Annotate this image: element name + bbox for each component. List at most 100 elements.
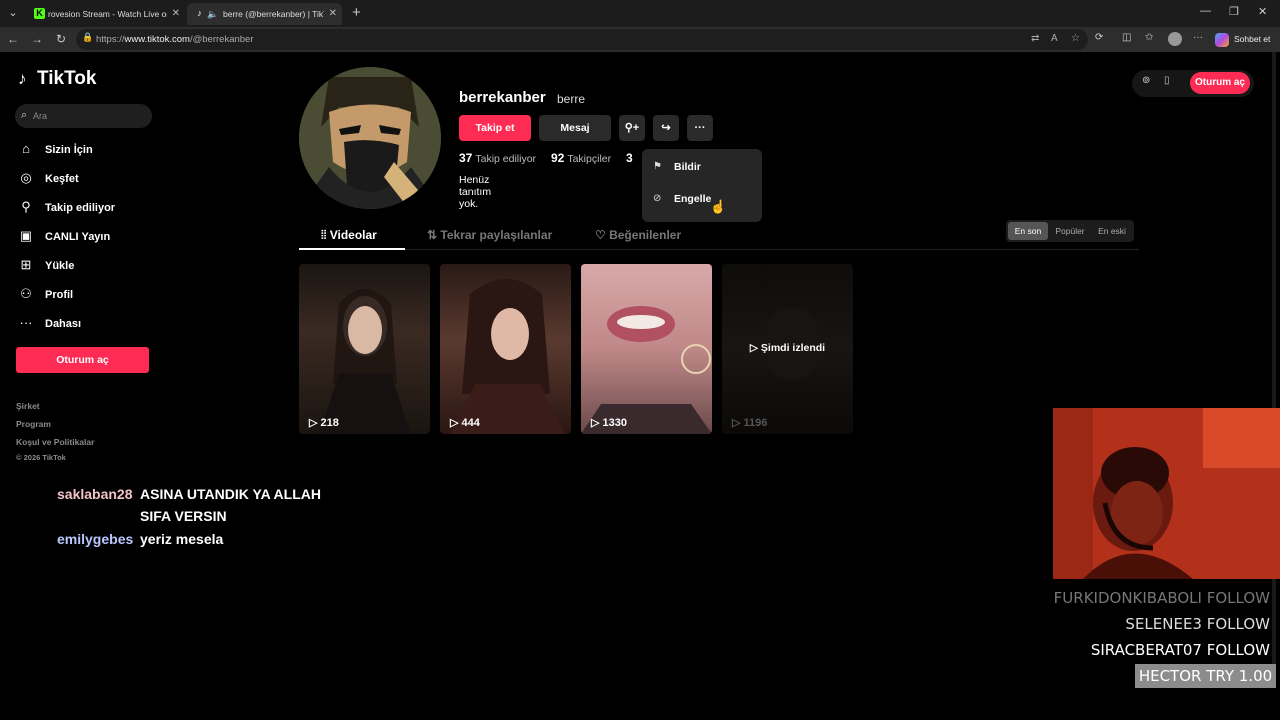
tab-liked[interactable]: ♡ Beğenilenler [595,228,681,242]
more-options-button[interactable]: ··· [687,115,713,141]
sidebar-item-label: Yükle [45,260,75,272]
speaker-icon[interactable]: 🔈 [207,3,218,25]
favorite-star-icon[interactable]: ☆ [1071,33,1080,44]
sidebar-item-more[interactable]: ··· Dahası [18,314,158,334]
repost-icon: ⇅ [427,228,441,242]
sidebar-item-explore[interactable]: ◎ Keşfet [18,169,158,189]
view-count: ▷ 444 [450,417,480,429]
browser-tab-tiktok[interactable]: ♪ 🔈 berre (@berrekanber) | TikTok ✕ [187,3,342,25]
sidebar-item-label: Dahası [45,318,82,330]
footer-link-company[interactable]: Şirket [16,401,40,411]
report-label: Bildir [674,161,701,173]
tiktok-logo[interactable]: ♪ TikTok [18,68,96,90]
chat-text: SIFA VERSIN [140,508,227,524]
profile-username: berrekanber [459,89,546,106]
tab-videos[interactable]: ⦙⦙ Videolar [321,228,377,243]
tab-title: berre (@berrekanber) | TikTok [223,9,324,19]
suggested-accounts-button[interactable]: ⚲+ [619,115,645,141]
copilot-button[interactable]: Sohbet et [1215,31,1270,48]
chat-username: emilygebes [57,531,134,547]
settings-more-icon[interactable]: ··· [1193,32,1203,43]
ellipsis-icon: ··· [694,122,706,134]
block-label: Engelle [674,193,712,205]
follow-button[interactable]: Takip et [459,115,531,141]
coin-icon[interactable]: ⊚ [1142,75,1150,86]
tip-alert: HECTOR TRY 1.00 [1135,664,1276,688]
sidebar-item-label: Takip ediliyor [45,202,116,214]
more-icon: ··· [19,315,33,330]
watched-label: ▷ Şimdi izlendi [749,342,826,354]
sort-latest[interactable]: En son [1008,222,1048,240]
block-menu-item[interactable]: ⊘ Engelle [642,185,762,213]
browser-tab-kick[interactable]: K rovesion Stream - Watch Live on K ✕ [27,3,185,25]
follow-alert: SELENEE3 FOLLOW [1125,615,1270,633]
mobile-icon[interactable]: ▯ [1164,75,1170,86]
profile-nickname: berre [557,92,586,106]
sidebar-item-label: Sizin İçin [45,144,93,156]
sidebar-item-label: Keşfet [45,173,79,185]
tab-title: rovesion Stream - Watch Live on K [48,9,167,19]
footer-link-terms[interactable]: Koşul ve Politikalar [16,437,94,447]
close-tab-icon[interactable]: ✕ [172,3,180,25]
followers-stat[interactable]: 92 Takipçiler [551,151,611,165]
webcam-overlay [1053,408,1280,579]
browser-profile-avatar[interactable] [1168,32,1182,46]
back-icon[interactable]: ← [5,31,21,47]
profile-icon: ⚇ [20,286,32,301]
video-thumbnail[interactable]: ▷ 1330 [581,264,712,434]
sort-oldest[interactable]: En eski [1092,220,1132,242]
tiktok-note-icon: ♪ [18,69,27,88]
live-icon: ▣ [19,228,33,243]
sidebar-item-upload[interactable]: ⊞ Yükle [18,256,158,276]
video-thumbnail[interactable]: ▷ 444 [440,264,571,434]
video-thumbnail[interactable]: ▷ Şimdi izlendi ▷ 1196 [722,264,853,434]
block-icon: ⊘ [653,193,662,204]
following-stat[interactable]: 37 Takip ediliyor [459,151,536,165]
new-tab-icon[interactable]: + [352,4,361,22]
sidebar-item-label: Profil [45,289,74,301]
compass-icon: ◎ [20,170,32,185]
extensions-icon[interactable]: ⟳ [1095,32,1103,43]
sidebar-item-profile[interactable]: ⚇ Profil [18,285,158,305]
likes-stat[interactable]: 3 [626,151,636,165]
avatar[interactable] [299,67,441,209]
favorites-icon[interactable]: ✩ [1145,32,1153,43]
login-button[interactable]: Oturum aç [16,347,149,373]
lock-icon: 🔒 [82,32,94,42]
close-window-icon[interactable]: ✕ [1258,5,1267,18]
maximize-icon[interactable]: ❐ [1229,5,1239,18]
read-aloud-icon[interactable]: A [1051,33,1058,44]
message-button[interactable]: Mesaj [539,115,611,141]
sort-toggle: En son Popüler En eski [1006,220,1134,242]
sidebar-item-live[interactable]: ▣ CANLI Yayın [18,227,158,247]
translate-icon[interactable]: ⇄ [1031,33,1039,44]
copilot-icon [1215,32,1229,47]
header-login-button[interactable]: Oturum aç [1190,72,1250,94]
top-right-actions: ⊚ ▯ Oturum aç [1132,70,1254,97]
address-bar[interactable]: 🔒 https://www.tiktok.com/@berrekanber ⇄ … [76,29,1088,50]
minimize-icon[interactable]: — [1200,5,1211,17]
share-icon: ↪ [661,122,671,134]
share-button[interactable]: ↪ [653,115,679,141]
close-tab-icon[interactable]: ✕ [329,3,337,25]
report-menu-item[interactable]: ⚑ Bildir [642,153,762,181]
footer-link-program[interactable]: Program [16,419,51,429]
sidebar-item-following[interactable]: ⚲ Takip ediliyor [18,198,158,218]
view-count: ▷ 1330 [591,417,627,429]
follow-alert: FURKIDONKIBABOLI FOLLOW [1053,589,1270,607]
video-thumbnail[interactable]: ▷ 218 [299,264,430,434]
split-screen-icon[interactable]: ◫ [1122,32,1131,43]
tab-actions-chevron-icon[interactable]: ⌄ [5,5,21,21]
footer-copyright: © 2026 TikTok [16,453,66,462]
search-placeholder: Ara [33,111,48,121]
active-tab-underline [299,248,405,250]
sort-popular[interactable]: Popüler [1050,220,1090,242]
search-icon: ⌕ [21,109,28,121]
tab-reposts[interactable]: ⇅ Tekrar paylaşılanlar [427,228,552,242]
search-input[interactable]: ⌕ Ara [15,104,152,128]
reload-icon[interactable]: ↻ [53,31,69,47]
sidebar-item-for-you[interactable]: ⌂ Sizin İçin [18,140,158,160]
chat-message: saklaban28 ASINA UTANDIK YA ALLAH [57,486,321,502]
forward-icon[interactable]: → [29,31,45,47]
follow-alert: SIRACBERAT07 FOLLOW [1090,641,1270,659]
